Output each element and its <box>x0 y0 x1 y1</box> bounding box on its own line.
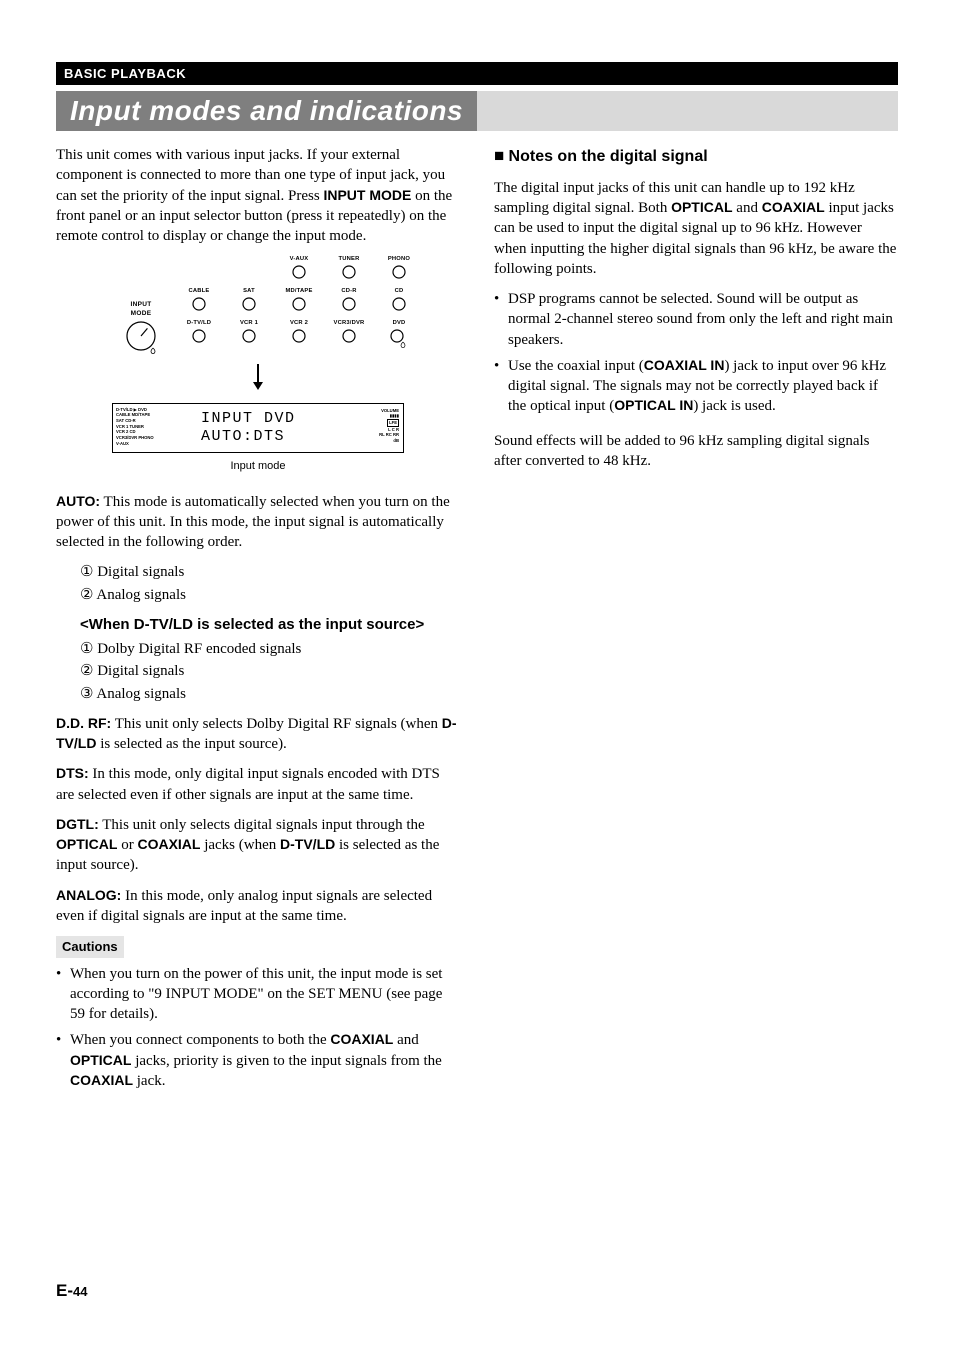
cautions-list: When you turn on the power of this unit,… <box>56 964 460 1092</box>
dgtl-paragraph: DGTL: This unit only selects digital sig… <box>56 815 460 876</box>
when-list: ① Dolby Digital RF encoded signals ② Dig… <box>80 639 460 704</box>
when-heading: <When D-TV/LD is selected as the input s… <box>80 615 460 635</box>
notes-heading: ■ Notes on the digital signal <box>494 145 898 168</box>
caution-item: When you turn on the power of this unit,… <box>56 964 460 1025</box>
lcd-right-labels: VOLUME ▮▮▮▮ LFE L C R RL RC RR dB <box>379 408 399 444</box>
dial-icon <box>123 318 159 354</box>
notes-p1: The digital input jacks of this unit can… <box>494 178 898 279</box>
notes-bullet: DSP programs cannot be selected. Sound w… <box>494 289 898 350</box>
lcd-readout: INPUT DVD AUTO:DTS <box>201 410 296 446</box>
diagram: INPUT MODE V-AUX TUNER PHONO <box>98 256 418 473</box>
ddrf-paragraph: D.D. RF: This unit only selects Dolby Di… <box>56 714 460 755</box>
page-number: E-44 <box>56 1281 87 1301</box>
page: BASIC PLAYBACK Input modes and indicatio… <box>0 0 954 1351</box>
notes-bullets: DSP programs cannot be selected. Sound w… <box>494 289 898 417</box>
notes-p2: Sound effects will be added to 96 kHz sa… <box>494 431 898 472</box>
lcd-display: D-TV/LD ▶ DVD CABLE MD/TAPE SAT CD-R VCR… <box>112 403 404 453</box>
left-column: This unit comes with various input jacks… <box>56 145 460 1097</box>
intro-paragraph: This unit comes with various input jacks… <box>56 145 460 246</box>
lcd-left-labels: D-TV/LD ▶ DVD CABLE MD/TAPE SAT CD-R VCR… <box>116 407 154 447</box>
lcd-caption: Input mode <box>98 459 418 474</box>
dts-paragraph: DTS: In this mode, only digital input si… <box>56 764 460 805</box>
auto-list: ① Digital signals ② Analog signals <box>80 562 460 605</box>
right-column: ■ Notes on the digital signal The digita… <box>494 145 898 1097</box>
breadcrumb: BASIC PLAYBACK <box>56 62 898 85</box>
caution-item: When you connect components to both the … <box>56 1030 460 1091</box>
auto-paragraph: AUTO: This mode is automatically selecte… <box>56 492 460 553</box>
cautions-label: Cautions <box>56 936 124 958</box>
section-title: Input modes and indications <box>56 91 477 131</box>
source-button-grid: V-AUX TUNER PHONO CABLE SAT MD/TAPE CD-R… <box>180 256 418 354</box>
input-mode-dial: INPUT MODE <box>120 301 162 355</box>
analog-paragraph: ANALOG: In this mode, only analog input … <box>56 886 460 927</box>
down-arrow-icon <box>98 364 418 396</box>
section-title-bar: Input modes and indications <box>56 91 898 131</box>
notes-bullet: Use the coaxial input (COAXIAL IN) jack … <box>494 356 898 417</box>
